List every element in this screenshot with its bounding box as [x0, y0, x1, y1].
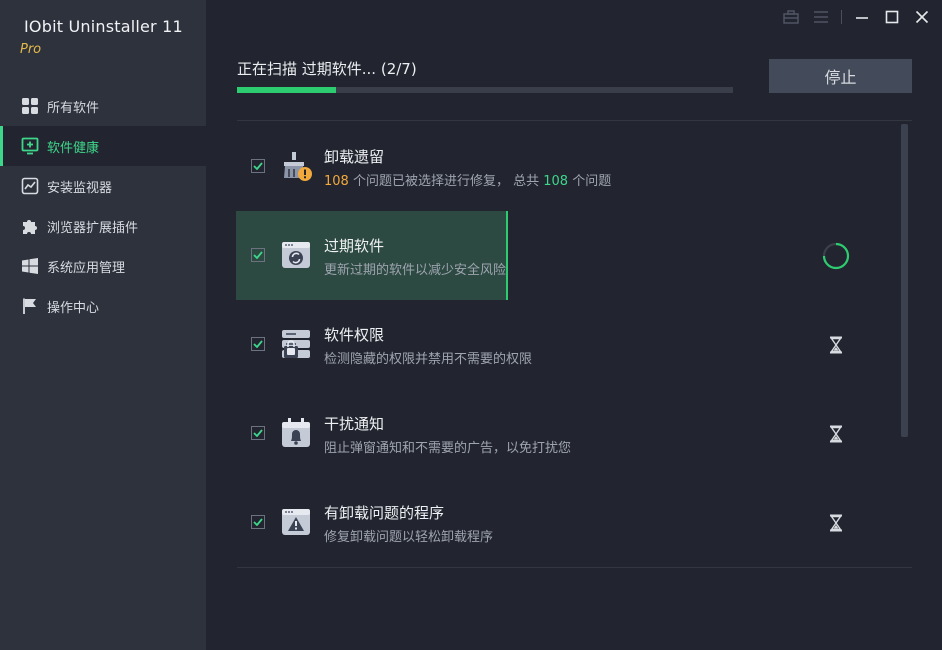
loading-spinner-icon [822, 242, 850, 270]
item-checkbox[interactable] [251, 159, 265, 173]
item-description: 修复卸载问题以轻松卸载程序 [324, 530, 494, 545]
list-item-software-permissions[interactable]: 软件权限 检测隐藏的权限并禁用不需要的权限 [236, 300, 900, 389]
sidebar-item-install-monitor[interactable]: 安装监视器 [0, 166, 206, 206]
scan-progress-fill [237, 87, 337, 93]
item-title: 软件权限 [324, 326, 385, 344]
sidebar-nav: 所有软件 软件健康 安装监视器 浏览器扩展插件 系统应用管理 操作中心 [0, 86, 206, 326]
item-description: 更新过期的软件以减少安全风险 [324, 263, 507, 278]
scan-status-title: 正在扫描 过期软件... (2/7) [237, 60, 417, 78]
item-title: 有卸载问题的程序 [324, 504, 445, 522]
divider [237, 120, 912, 121]
sidebar-item-label: 系统应用管理 [47, 260, 126, 276]
item-description: 阻止弹窗通知和不需要的广告，以免打扰您 [324, 441, 572, 456]
sidebar-item-label: 所有软件 [47, 100, 100, 116]
hourglass-icon [822, 331, 850, 359]
item-title: 过期软件 [324, 237, 385, 255]
close-icon[interactable] [912, 8, 932, 26]
sidebar-item-browser-extensions[interactable]: 浏览器扩展插件 [0, 206, 206, 246]
list-item-outdated-software[interactable]: 过期软件 更新过期的软件以减少安全风险 [236, 211, 900, 300]
update-window-icon [280, 239, 312, 271]
monitor-plus-icon [20, 136, 40, 156]
item-description: 108 个问题已被选择进行修复， 总共 108 个问题 [324, 170, 611, 189]
sidebar-item-label: 浏览器扩展插件 [47, 220, 139, 236]
item-title: 卸载遗留 [324, 148, 385, 166]
app-title: IObit Uninstaller 11 [24, 17, 183, 36]
selected-issue-count: 108 [324, 174, 349, 189]
flag-icon [20, 296, 40, 316]
list-scrollbar[interactable] [901, 124, 908, 437]
maximize-icon[interactable] [882, 8, 902, 26]
minimize-icon[interactable] [852, 8, 872, 26]
list-item-uninstall-problem-programs[interactable]: 有卸载问题的程序 修复卸载问题以轻松卸载程序 [236, 478, 900, 567]
app-edition: Pro [20, 42, 42, 57]
sidebar-item-action-center[interactable]: 操作中心 [0, 286, 206, 326]
sidebar-item-software-health[interactable]: 软件健康 [0, 126, 206, 166]
hourglass-icon [822, 509, 850, 537]
desc-text: 个问题已被选择进行修复， 总共 [348, 174, 544, 189]
calendar-bell-icon [280, 417, 312, 449]
divider [237, 567, 912, 568]
health-check-list: 卸载遗留 108 个问题已被选择进行修复， 总共 108 个问题 过期软件 更新… [236, 122, 900, 567]
toolbar-divider [841, 10, 842, 24]
item-checkbox[interactable] [251, 248, 265, 262]
item-description: 检测隐藏的权限并禁用不需要的权限 [324, 352, 533, 367]
sidebar-item-all-software[interactable]: 所有软件 [0, 86, 206, 126]
item-checkbox[interactable] [251, 337, 265, 351]
warning-window-icon [280, 506, 312, 538]
window-controls [771, 8, 932, 26]
item-checkbox[interactable] [251, 515, 265, 529]
menu-icon[interactable] [811, 8, 831, 26]
stop-button[interactable]: 停止 [769, 59, 912, 93]
hourglass-icon [822, 420, 850, 448]
broom-icon [280, 150, 312, 182]
item-checkbox[interactable] [251, 426, 265, 440]
total-issue-count: 108 [543, 174, 569, 189]
scan-progress-bar [237, 87, 733, 93]
puzzle-icon [20, 216, 40, 236]
chart-line-icon [20, 176, 40, 196]
sidebar-item-label: 安装监视器 [47, 180, 113, 196]
sidebar-item-label: 软件健康 [47, 140, 100, 156]
desc-text-end: 个问题 [568, 174, 612, 189]
server-lock-icon [280, 328, 312, 360]
toolbox-icon[interactable] [781, 8, 801, 26]
sidebar: IObit Uninstaller 11 Pro 所有软件 软件健康 安装监视器… [0, 0, 206, 650]
sidebar-item-system-apps[interactable]: 系统应用管理 [0, 246, 206, 286]
item-title: 干扰通知 [324, 415, 385, 433]
sidebar-item-label: 操作中心 [47, 300, 100, 316]
windows-logo-icon [20, 256, 40, 276]
list-item-intrusive-notifications[interactable]: 干扰通知 阻止弹窗通知和不需要的广告，以免打扰您 [236, 389, 900, 478]
grid-icon [20, 96, 40, 116]
list-item-uninstall-leftovers[interactable]: 卸载遗留 108 个问题已被选择进行修复， 总共 108 个问题 [236, 122, 900, 211]
